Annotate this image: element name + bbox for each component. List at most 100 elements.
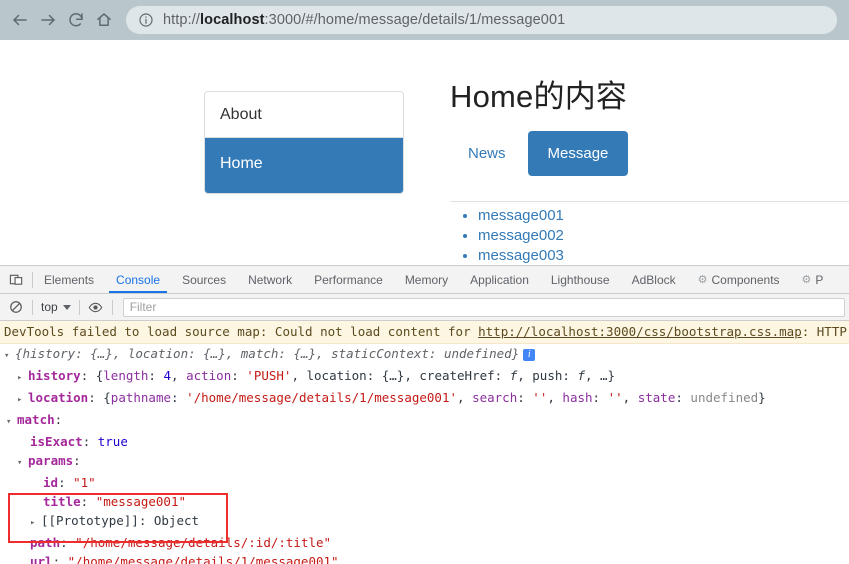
disclosure-triangle-icon[interactable]	[17, 369, 28, 388]
chevron-down-icon	[62, 304, 71, 310]
console-row-params[interactable]: params:	[0, 451, 849, 473]
tab-application[interactable]: Application	[459, 266, 540, 293]
tab-components[interactable]: ⚙ Components	[687, 266, 791, 293]
value-title: "message001"	[95, 494, 187, 509]
message-list-wrap: message001 message002 message003 ID: ???	[450, 206, 849, 270]
tab-adblock[interactable]: AdBlock	[621, 266, 687, 293]
disclosure-triangle-icon[interactable]	[6, 413, 17, 432]
sidebar-list-group: About Home	[204, 91, 404, 195]
disclosure-triangle-icon[interactable]	[17, 454, 28, 473]
clear-console-icon[interactable]	[4, 296, 28, 318]
info-badge-icon[interactable]: i	[523, 349, 536, 361]
disclosure-triangle-icon[interactable]	[17, 391, 28, 410]
tabs-divider	[450, 201, 849, 202]
filterbar-divider	[78, 299, 80, 315]
disclosure-triangle-icon[interactable]	[30, 514, 41, 533]
value-state: undefined	[690, 390, 759, 405]
tab-elements[interactable]: Elements	[33, 266, 105, 293]
console-output[interactable]: DevTools failed to load source map: Coul…	[0, 321, 849, 564]
content-tabs: News Message	[450, 131, 849, 177]
key-match: match	[17, 412, 55, 427]
url-scheme: http://	[163, 12, 200, 28]
value-url: "/home/message/details/1/message001"	[67, 554, 339, 564]
disclosure-triangle-icon[interactable]	[4, 347, 15, 366]
device-toolbar-icon[interactable]	[0, 266, 32, 293]
list-item[interactable]: message002	[478, 226, 849, 246]
warning-text-prefix: DevTools failed to load source map: Coul…	[4, 324, 479, 339]
sidebar-item-about[interactable]: About	[205, 92, 403, 139]
value-length: 4	[163, 368, 172, 383]
tab-profiler-label: P	[815, 272, 824, 287]
back-button[interactable]	[6, 6, 34, 34]
prototype-label: [[Prototype]]: Object	[41, 513, 200, 528]
tab-performance[interactable]: Performance	[303, 266, 394, 293]
page-title: Home的内容	[450, 79, 628, 114]
key-path: path	[30, 535, 61, 550]
key-length: length	[103, 368, 149, 383]
url-path: :3000/#/home/message/details/1/message00…	[264, 12, 566, 28]
value-hash: ''	[607, 390, 623, 405]
console-context-selector[interactable]: top	[37, 300, 75, 314]
value-search: ''	[532, 390, 548, 405]
tab-profiler[interactable]: ⚙ P	[791, 266, 835, 293]
message-link-002[interactable]: message002	[478, 227, 564, 244]
console-row-params-prototype[interactable]: [[Prototype]]: Object	[0, 511, 849, 533]
console-filter-input[interactable]: Filter	[122, 297, 845, 317]
tab-network[interactable]: Network	[237, 266, 303, 293]
console-row-history[interactable]: history: {length: 4, action: 'PUSH', loc…	[0, 366, 849, 388]
sidebar-item-home[interactable]: Home	[205, 138, 403, 194]
list-item[interactable]: message001	[478, 206, 849, 226]
devtools-tabbar: Elements Console Sources Network Perform…	[0, 266, 849, 294]
key-history: history	[28, 368, 81, 383]
console-row-match[interactable]: match:	[0, 410, 849, 432]
console-row-path: path: "/home/message/details/:id/:title"	[30, 535, 332, 550]
value-id: "1"	[73, 475, 96, 490]
filterbar-divider	[32, 299, 33, 315]
tab-sources[interactable]: Sources	[171, 266, 237, 293]
object-summary: {history: {…}, location: {…}, match: {…}…	[15, 346, 520, 361]
key-title: title	[43, 494, 81, 509]
console-warning-message: DevTools failed to load source map: Coul…	[0, 321, 849, 344]
console-object-root[interactable]: {history: {…}, location: {…}, match: {…}…	[0, 344, 849, 366]
home-button[interactable]	[90, 6, 118, 34]
value-pathname: '/home/message/details/1/message001'	[186, 390, 458, 405]
address-bar-url[interactable]: http://localhost:3000/#/home/message/det…	[163, 12, 565, 28]
tab-news[interactable]: News	[450, 133, 524, 174]
console-filter-bar: top Filter	[0, 294, 849, 321]
key-action: action	[186, 368, 232, 383]
key-location: location	[28, 390, 89, 405]
message-link-001[interactable]: message001	[478, 207, 564, 224]
key-isexact: isExact	[30, 434, 83, 449]
warning-text-suffix: : HTTP error	[801, 324, 849, 339]
filterbar-divider	[111, 299, 113, 315]
eye-icon[interactable]	[84, 296, 108, 318]
tab-lighthouse[interactable]: Lighthouse	[540, 266, 621, 293]
value-path: "/home/message/details/:id/:title"	[75, 535, 332, 550]
console-row-url: url: "/home/message/details/1/message001…	[0, 552, 849, 564]
key-params: params	[28, 453, 74, 468]
site-info-icon[interactable]	[138, 12, 154, 28]
source-map-link[interactable]: http://localhost:3000/css/bootstrap.css.…	[478, 324, 802, 339]
console-row-location[interactable]: location: {pathname: '/home/message/deta…	[0, 388, 849, 410]
tab-console[interactable]: Console	[105, 266, 171, 293]
forward-button[interactable]	[34, 6, 62, 34]
key-pathname: pathname	[110, 390, 172, 405]
react-atom-icon: ⚙	[697, 274, 708, 286]
main-content: Home的内容 News Message	[450, 78, 849, 177]
reload-button[interactable]	[62, 6, 90, 34]
devtools-panel: Elements Console Sources Network Perform…	[0, 265, 849, 564]
key-search: search	[472, 390, 518, 405]
list-item[interactable]: message003	[478, 246, 849, 266]
key-state: state	[637, 390, 676, 405]
key-url: url	[30, 554, 53, 564]
address-bar[interactable]: http://localhost:3000/#/home/message/det…	[126, 6, 837, 34]
value-isexact: true	[97, 434, 128, 449]
value-action: 'PUSH'	[246, 368, 292, 383]
console-filter-placeholder: Filter	[129, 300, 157, 314]
tab-memory[interactable]: Memory	[394, 266, 459, 293]
message-link-003[interactable]: message003	[478, 247, 564, 264]
tab-message[interactable]: Message	[527, 131, 629, 177]
browser-toolbar: http://localhost:3000/#/home/message/det…	[0, 0, 849, 40]
console-row-param-title: title: "message001"	[43, 494, 187, 509]
console-row-param-id: id: "1"	[43, 475, 96, 490]
